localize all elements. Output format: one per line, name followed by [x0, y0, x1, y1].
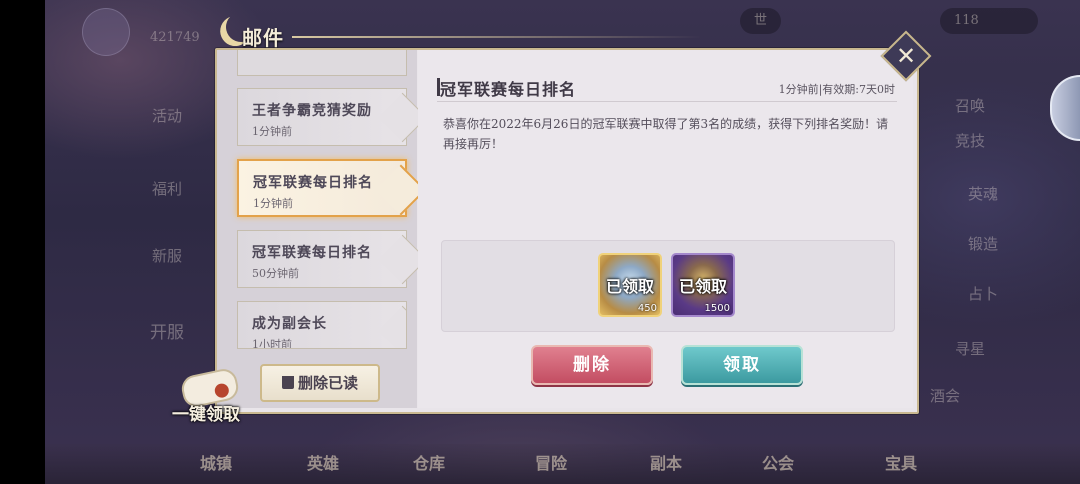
mail-item-time: 1小时前	[252, 338, 292, 349]
emblem-icon[interactable]: 已领取 1500	[671, 253, 735, 317]
bottom-nav-warehouse: 仓库	[413, 454, 446, 473]
reward-count: 1500	[704, 303, 730, 314]
diamond-icon[interactable]: 已领取 450	[598, 253, 662, 317]
mail-detail-panel	[418, 50, 913, 408]
one-click-claim-button[interactable]: 一键领取	[170, 366, 250, 428]
resource-bar-1: 世	[740, 8, 782, 34]
one-click-claim-label: 一键领取	[172, 405, 240, 425]
trash-icon	[281, 376, 294, 389]
mail-list[interactable]: 王者争霸竞猜奖励 1分钟前 冠军联赛每日排名 1分钟前 冠军联赛每日排名 50分…	[217, 50, 428, 408]
mail-list-item-partial[interactable]	[237, 50, 407, 76]
mail-detail-title: 冠军联赛每日排名	[440, 80, 577, 99]
detail-divider	[437, 101, 897, 102]
screen-edge	[0, 0, 45, 484]
bottom-nav-town: 城镇	[200, 454, 233, 473]
side-expand-button[interactable]	[1050, 75, 1080, 141]
right-menu-arena: 竞技	[955, 132, 986, 150]
mail-item-title: 成为副会长	[252, 316, 327, 332]
mail-detail-body: 恭喜你在2022年6月26日的冠军联赛中取得了第3名的成绩，获得下列排名奖励！请…	[443, 117, 889, 151]
mail-item-time: 1分钟前	[252, 125, 292, 138]
reward-count: 450	[637, 303, 657, 314]
claim-button[interactable]: 领取	[681, 345, 803, 385]
mail-list-item[interactable]: 冠军联赛每日排名 50分钟前	[237, 230, 428, 288]
left-menu-newserver: 新服	[152, 247, 183, 265]
delete-read-button[interactable]: 删除已读	[260, 364, 380, 402]
player-avatar	[82, 8, 130, 56]
resource-bar-2: 118	[940, 8, 1038, 34]
mail-item-time: 1分钟前	[253, 197, 293, 210]
right-menu-summon: 召唤	[955, 97, 986, 115]
right-menu-starsearch: 寻星	[955, 340, 986, 358]
item-arrow	[377, 305, 406, 348]
bottom-nav-guild: 公会	[762, 454, 795, 473]
left-menu-activity: 活动	[152, 107, 183, 125]
wax-seal-icon	[213, 382, 231, 399]
mail-list-item[interactable]: 王者争霸竞猜奖励 1分钟前	[237, 88, 428, 146]
right-menu-heroes: 英魂	[968, 185, 999, 203]
right-menu-forge: 锻造	[968, 235, 999, 253]
title-divider	[292, 36, 702, 38]
left-menu-welfare: 福利	[152, 180, 183, 198]
bottom-nav-treasure: 宝具	[885, 454, 918, 473]
mail-list-item-selected[interactable]: 冠军联赛每日排名 1分钟前	[237, 159, 427, 217]
right-menu-party: 酒会	[930, 387, 961, 405]
mail-list-item[interactable]: 成为副会长 1小时前	[237, 301, 407, 349]
mail-title-tab: 邮件	[222, 18, 742, 52]
mail-item-title: 冠军联赛每日排名	[252, 245, 372, 261]
bottom-nav-heroes: 英雄	[307, 454, 340, 473]
player-power: 421749	[150, 30, 200, 45]
bottom-nav-adventure: 冒险	[535, 454, 568, 473]
mail-window-title: 邮件	[242, 26, 284, 50]
mail-item-time: 50分钟前	[252, 267, 299, 280]
right-menu-divination: 占卜	[968, 285, 999, 303]
mail-item-title: 冠军联赛每日排名	[253, 175, 373, 191]
mail-detail-meta: 1分钟前|有效期:7天0时	[778, 83, 895, 96]
mail-item-title: 王者争霸竞猜奖励	[252, 103, 372, 119]
reward-status: 已领取	[605, 277, 654, 296]
left-menu-launch: 开服	[150, 323, 184, 343]
delete-read-label: 删除已读	[297, 374, 358, 392]
reward-box	[441, 240, 895, 332]
bottom-nav-dungeon: 副本	[650, 454, 683, 473]
delete-button[interactable]: 删除	[531, 345, 653, 385]
reward-status: 已领取	[678, 277, 727, 296]
close-icon[interactable]: ✕	[888, 38, 924, 74]
bottom-nav-bar: 城镇 英雄 仓库 冒险 副本 公会 宝具	[45, 444, 1080, 484]
